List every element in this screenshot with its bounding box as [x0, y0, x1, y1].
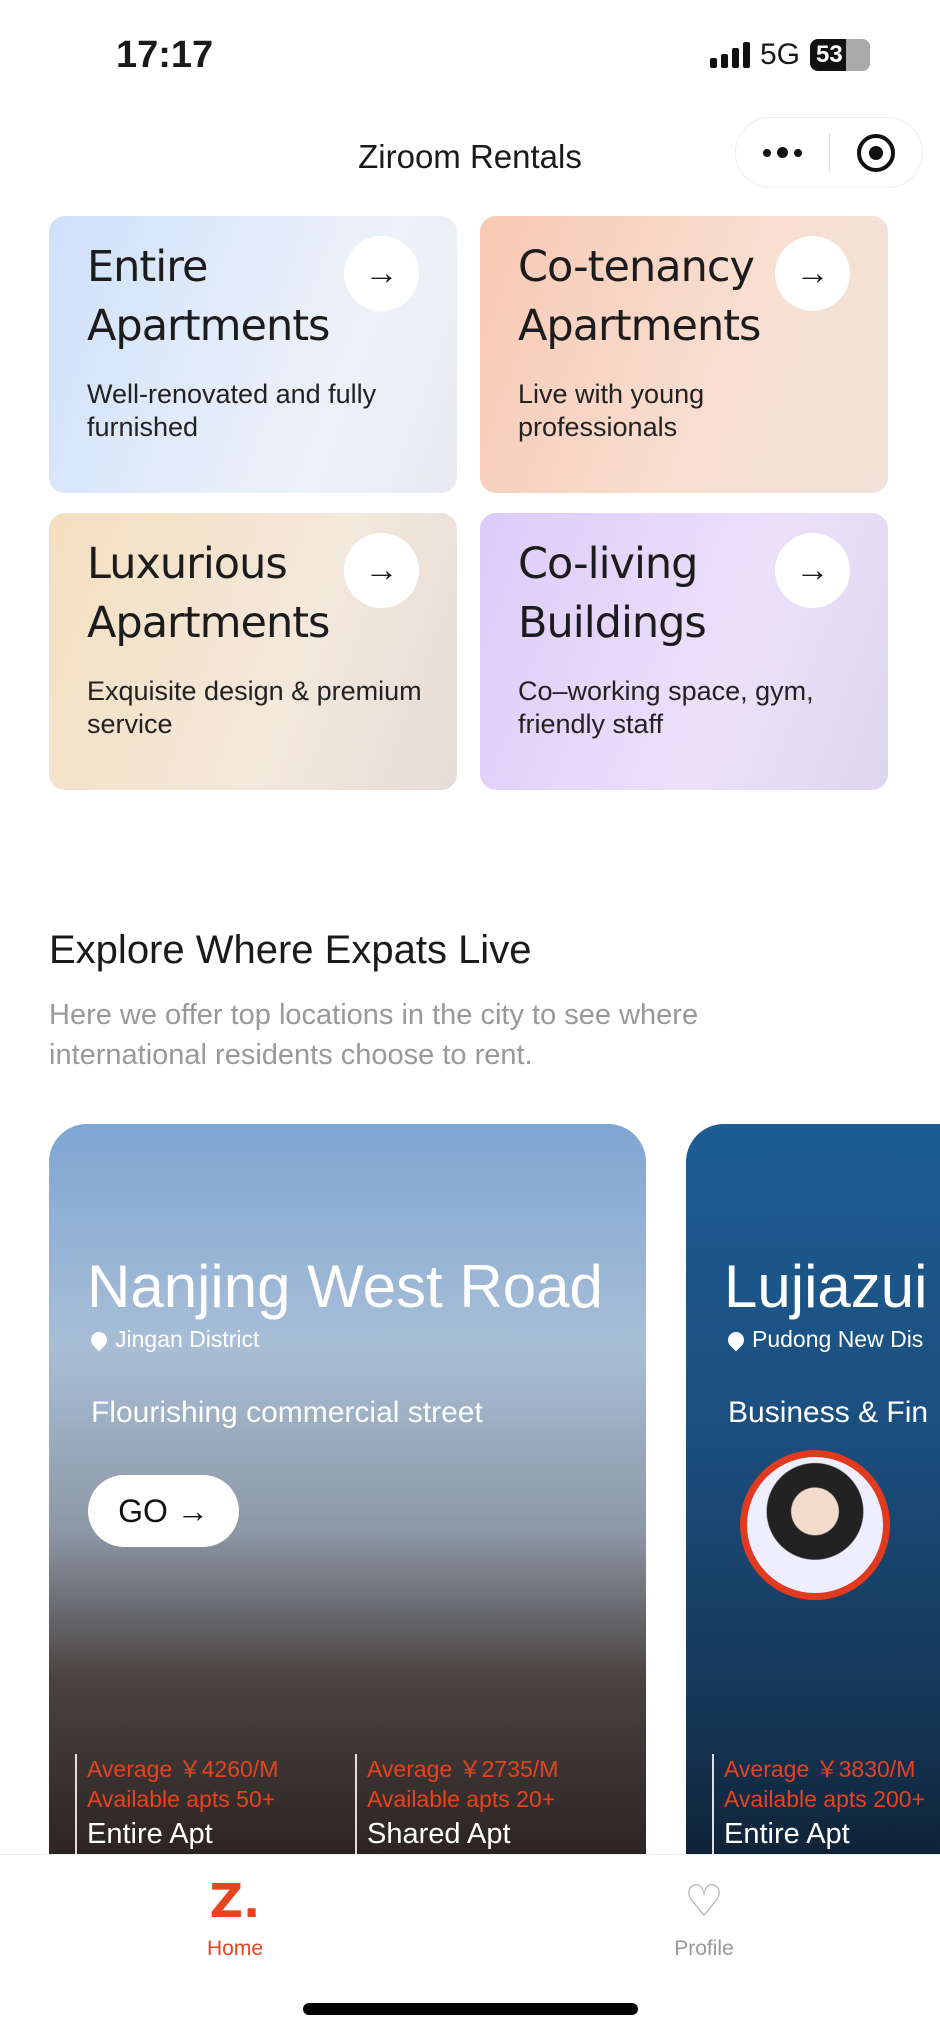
stat-entire-apt[interactable]: Average ￥4260/M Available apts 50+ Entir…: [75, 1754, 278, 1864]
location-name: Nanjing West Road: [87, 1253, 603, 1320]
category-desc: Live with young professionals: [518, 379, 705, 442]
location-district: Jingan District: [87, 1326, 260, 1353]
ziroom-logo-icon: Z.: [209, 1874, 261, 1928]
battery-icon: 53: [810, 39, 870, 71]
category-co-tenancy[interactable]: Co-tenancy Apartments Live with young pr…: [480, 216, 888, 493]
close-button[interactable]: [830, 118, 923, 187]
mini-program-capsule: [735, 117, 923, 188]
target-icon: [856, 133, 895, 172]
tab-label: Profile: [674, 1937, 734, 1960]
stat-shared-apt[interactable]: Average ￥2735/M Available apts 20+ Share…: [355, 1754, 558, 1864]
location-pin-icon: [87, 1328, 111, 1351]
status-time: 17:17: [116, 34, 214, 76]
network-label: 5G: [759, 38, 800, 71]
location-pin-icon: [724, 1328, 748, 1351]
go-button[interactable]: GO →: [88, 1475, 239, 1547]
category-title: Luxurious Apartments: [87, 539, 330, 648]
available-count: Available apts 50+: [87, 1786, 276, 1812]
available-count: Available apts 200+: [724, 1786, 925, 1812]
location-desc: Business & Fin: [728, 1396, 929, 1429]
average-price: Average ￥2735/M: [367, 1756, 559, 1782]
apt-type: Entire Apt: [87, 1818, 213, 1850]
location-name: Lujiazui: [724, 1253, 928, 1320]
location-desc: Flourishing commercial street: [91, 1396, 483, 1429]
category-title: Co-tenancy Apartments: [518, 242, 761, 351]
category-entire-apartments[interactable]: Entire Apartments Well-renovated and ful…: [49, 216, 457, 493]
home-indicator: [303, 2003, 638, 2015]
category-title: Co-living Buildings: [518, 539, 707, 648]
category-luxurious[interactable]: Luxurious Apartments Exquisite design & …: [49, 513, 457, 790]
district-label: Jingan District: [115, 1326, 260, 1352]
district-label: Pudong New Dis: [752, 1326, 924, 1352]
location-district: Pudong New Dis: [724, 1326, 924, 1353]
signal-icon: [709, 42, 750, 68]
stat-entire-apt[interactable]: Average ￥3830/M Available apts 200+ Enti…: [712, 1754, 925, 1864]
apt-type: Shared Apt: [367, 1818, 511, 1850]
more-button[interactable]: [736, 118, 829, 187]
arrow-right-icon[interactable]: →: [344, 236, 419, 311]
category-desc: Exquisite design & premium service: [87, 676, 422, 739]
category-desc: Well-renovated and fully furnished: [87, 379, 377, 442]
tab-label: Home: [206, 1937, 264, 1960]
apt-type: Entire Apt: [724, 1818, 850, 1850]
section-title: Explore Where Expats Live: [49, 928, 532, 972]
arrow-right-icon[interactable]: →: [344, 533, 419, 608]
heart-icon: ♡: [684, 1876, 724, 1926]
tab-home[interactable]: Z. Home: [175, 1874, 295, 1961]
category-co-living[interactable]: Co-living Buildings Co–working space, gy…: [480, 513, 888, 790]
battery-level: 53: [816, 41, 843, 68]
more-dots-icon: [762, 147, 802, 158]
status-icons: 5G 53: [709, 38, 870, 72]
section-subtitle: Here we offer top locations in the city …: [49, 999, 699, 1071]
arrow-right-icon[interactable]: →: [775, 533, 850, 608]
tab-profile[interactable]: ♡ Profile: [644, 1877, 764, 1961]
available-count: Available apts 20+: [367, 1786, 556, 1812]
average-price: Average ￥4260/M: [87, 1756, 279, 1782]
average-price: Average ￥3830/M: [724, 1756, 916, 1782]
arrow-right-icon[interactable]: →: [775, 236, 850, 311]
agent-avatar[interactable]: [740, 1450, 890, 1600]
category-desc: Co–working space, gym, friendly staff: [518, 676, 814, 739]
location-card-nanjing-west-road[interactable]: Nanjing West Road Jingan District Flouri…: [49, 1124, 646, 1864]
category-title: Entire Apartments: [87, 242, 330, 351]
